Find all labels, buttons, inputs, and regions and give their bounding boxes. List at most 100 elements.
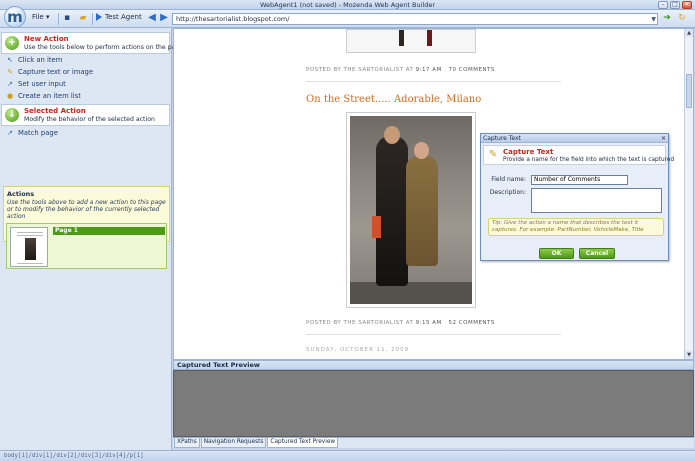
page-label: Page 1	[53, 227, 165, 235]
photo-man-head	[384, 126, 400, 144]
post-meta-prefix: POSTED BY THE SARTORIALIST AT	[306, 67, 414, 73]
photo-leg	[399, 30, 404, 46]
dialog-tip: Tip: Give the action a name that describ…	[488, 218, 664, 236]
action-label: Match page	[18, 129, 58, 137]
input-icon: ↗	[7, 80, 13, 88]
photo-man	[376, 136, 408, 286]
back-icon[interactable]: ◀	[147, 13, 157, 23]
post-photo[interactable]	[346, 112, 476, 308]
save-icon[interactable]: ▪	[62, 13, 72, 23]
comments-link[interactable]: 52 COMMENTS	[449, 320, 495, 326]
action-match-page[interactable]: ↗ Match page	[6, 129, 58, 137]
scroll-down-icon[interactable]: ▼	[685, 351, 693, 359]
tab-captured-text-preview[interactable]: Captured Text Preview	[267, 438, 339, 448]
test-agent-button[interactable]: Test Agent	[96, 13, 142, 21]
scroll-up-icon[interactable]: ▲	[685, 29, 693, 37]
plus-icon: +	[5, 36, 19, 50]
toolbar-separator	[58, 13, 59, 25]
selected-action-subtitle: Modify the behavior of the selected acti…	[24, 116, 155, 123]
post-divider	[306, 334, 561, 335]
dialog-titlebar[interactable]: Capture Text ✕	[481, 134, 668, 143]
thumb-line	[17, 232, 43, 233]
post-title[interactable]: On the Street..... Adorable, Milano	[306, 94, 481, 105]
go-icon[interactable]: ➔	[662, 13, 672, 23]
post-meta: POSTED BY THE SARTORIALIST AT 9:15 AM 52…	[306, 320, 495, 326]
tab-navigation-requests[interactable]: Navigation Requests	[200, 438, 267, 448]
file-menu-label: File	[32, 13, 44, 21]
left-panel: + New Action Use the tools below to perf…	[0, 28, 183, 450]
action-label: Capture text or image	[18, 68, 94, 76]
mozenda-logo[interactable]: m	[4, 6, 26, 28]
info-text: Use the tools above to add a new action …	[7, 199, 166, 220]
preview-title: Captured Text Preview	[173, 360, 694, 370]
field-name-input[interactable]: Number of Comments	[531, 175, 628, 185]
dialog-subheading: Provide a name for the field into which …	[503, 157, 675, 163]
date-header: SUNDAY, OCTOBER 11, 2009	[306, 347, 410, 353]
new-action-title: New Action	[24, 35, 69, 43]
capture-icon: ✎	[7, 68, 13, 76]
toolbar-separator	[92, 13, 93, 25]
action-label: Create an item list	[18, 92, 81, 100]
cancel-button[interactable]: Cancel	[579, 248, 615, 259]
list-icon: ●	[6, 92, 14, 100]
bottom-tabs: XPaths Navigation Requests Captured Text…	[173, 437, 694, 448]
previous-post-photo	[346, 29, 476, 53]
dialog-close-icon[interactable]: ✕	[661, 134, 666, 143]
page-thumbnail	[10, 227, 48, 267]
capture-text-dialog: Capture Text ✕ ✎ Capture Text Provide a …	[480, 133, 674, 261]
down-arrow-icon: ↓	[5, 108, 19, 122]
thumb-line	[17, 263, 43, 264]
toolbar: File ▾ ▪ ▰ Test Agent ◀ ▶ http://thesart…	[0, 10, 695, 28]
comments-link[interactable]: 70 COMMENTS	[449, 67, 495, 73]
test-agent-label: Test Agent	[105, 13, 142, 21]
dialog-header: ✎ Capture Text Provide a name for the fi…	[483, 145, 674, 165]
field-name-label: Field name:	[491, 176, 526, 183]
post-time-link[interactable]: 9:15 AM	[416, 320, 442, 326]
new-action-subtitle: Use the tools below to perform actions o…	[24, 44, 184, 51]
post-meta: POSTED BY THE SARTORIALIST AT 9:17 AM 70…	[306, 67, 495, 73]
vertical-scrollbar[interactable]: ▲ ▼	[684, 29, 693, 359]
file-menu[interactable]: File ▾	[32, 13, 49, 21]
match-page-icon: ↗	[7, 129, 13, 137]
new-action-header: + New Action Use the tools below to perf…	[1, 32, 183, 54]
title-bar: WebAgent1 (not saved) - Mozenda Web Agen…	[0, 0, 695, 10]
window-controls: – □ ✕	[658, 1, 692, 9]
folder-icon[interactable]: ▰	[78, 13, 88, 23]
preview-pane	[173, 370, 694, 437]
action-label: Set user input	[18, 80, 66, 88]
forward-icon[interactable]: ▶	[159, 13, 169, 23]
scroll-thumb[interactable]	[686, 74, 692, 108]
cursor-icon: ↖	[7, 56, 13, 64]
post-time-link[interactable]: 9:17 AM	[416, 67, 442, 73]
photo-woman	[406, 156, 438, 266]
tab-xpaths[interactable]: XPaths	[174, 438, 200, 448]
action-capture-text[interactable]: ✎ Capture text or image	[6, 68, 93, 76]
description-textarea[interactable]	[531, 188, 662, 213]
thumb-photo	[25, 238, 36, 260]
photo-ground	[350, 282, 472, 304]
window-title: WebAgent1 (not saved) - Mozenda Web Agen…	[259, 1, 436, 9]
close-button[interactable]: ✕	[682, 1, 692, 9]
photo-red-bag	[372, 216, 381, 238]
refresh-icon[interactable]: ↻	[677, 13, 687, 23]
dialog-heading: Capture Text	[503, 148, 554, 156]
action-create-item-list[interactable]: ● Create an item list	[6, 92, 81, 100]
action-set-user-input[interactable]: ↗ Set user input	[6, 80, 66, 88]
info-title: Actions	[7, 190, 35, 198]
description-label: Description:	[489, 189, 526, 196]
url-text: http://thesartorialist.blogspot.com/	[176, 15, 290, 23]
minimize-button[interactable]: –	[658, 1, 668, 9]
action-label: Click an item	[18, 56, 63, 64]
post-divider	[306, 81, 561, 82]
status-bar: body[1]/div[1]/div[2]/div[3]/div[4]/p[1]	[0, 450, 695, 461]
post-meta-prefix: POSTED BY THE SARTORIALIST AT	[306, 320, 414, 326]
action-click-item[interactable]: ↖ Click an item	[6, 56, 62, 64]
capture-icon: ✎	[488, 149, 498, 160]
page-card[interactable]: Page 1	[6, 223, 167, 269]
address-dropdown-icon[interactable]: ▼	[651, 15, 656, 25]
maximize-button[interactable]: □	[670, 1, 680, 9]
selected-action-title: Selected Action	[24, 107, 86, 115]
ok-button[interactable]: OK	[539, 248, 574, 259]
selected-action-header: ↓ Selected Action Modify the behavior of…	[1, 104, 170, 126]
address-bar[interactable]: http://thesartorialist.blogspot.com/ ▼	[172, 13, 658, 25]
